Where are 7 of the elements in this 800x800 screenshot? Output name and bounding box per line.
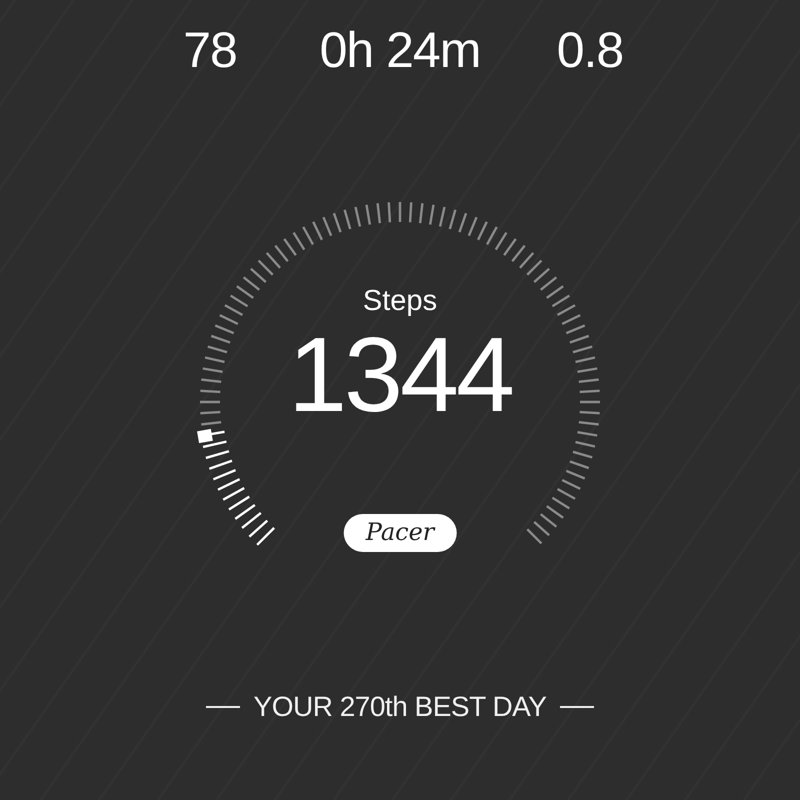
best-day-text: YOUR 270th BEST DAY — [254, 690, 546, 724]
stat-value: 0.8 — [556, 24, 624, 76]
stat-value: 78 — [183, 24, 237, 76]
stat-value: 0h 24m — [320, 24, 480, 76]
steps-count: 1344 — [288, 320, 512, 430]
steps-label: Steps — [362, 284, 438, 318]
logo-badge: Pacer — [344, 514, 456, 552]
